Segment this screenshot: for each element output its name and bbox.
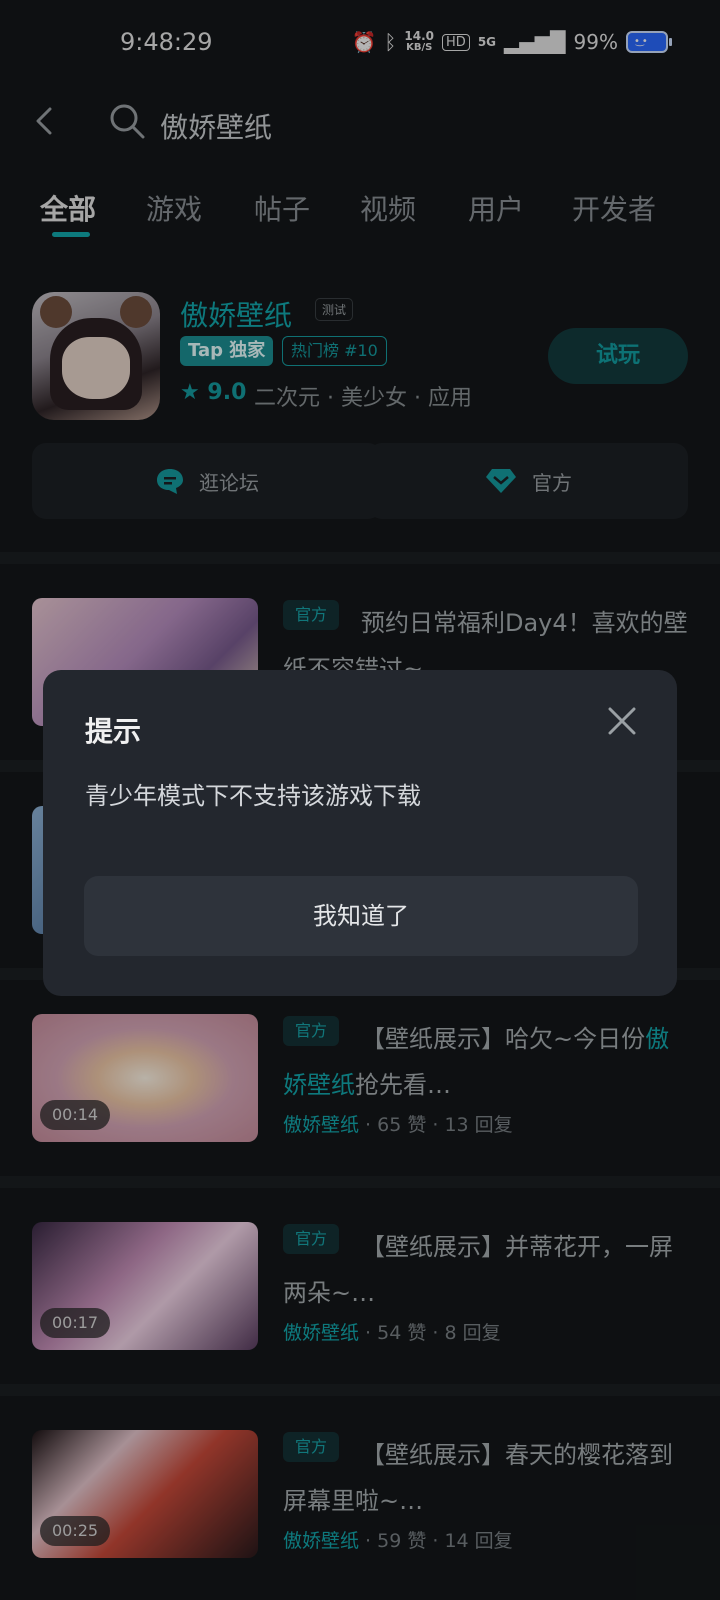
dialog-title: 提示: [85, 715, 142, 748]
tip-dialog: 提示 青少年模式下不支持该游戏下载 我知道了: [43, 670, 677, 996]
close-icon[interactable]: [605, 704, 639, 738]
confirm-button[interactable]: 我知道了: [84, 876, 638, 956]
dialog-message: 青少年模式下不支持该游戏下载: [85, 782, 421, 810]
